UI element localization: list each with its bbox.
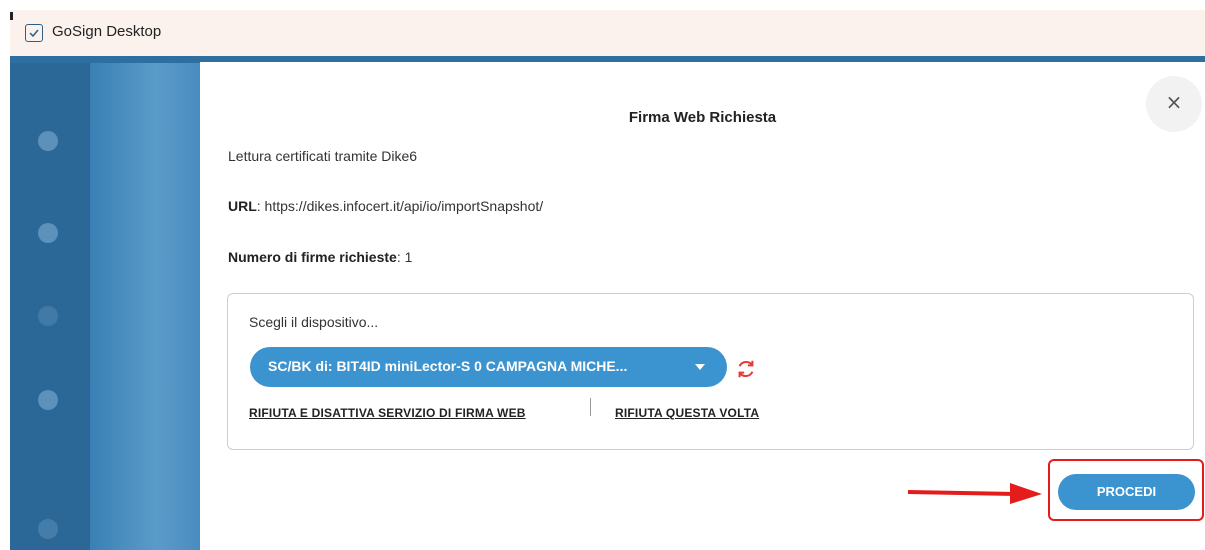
refuse-and-disable-link[interactable]: RIFIUTA E DISATTIVA SERVIZIO DI FIRMA WE… (249, 406, 526, 420)
url-label: URL (228, 198, 257, 214)
sidebar-icon[interactable] (38, 306, 58, 326)
web-signature-dialog: × Firma Web Richiesta Lettura certificat… (200, 62, 1205, 550)
window-title: GoSign Desktop (52, 23, 162, 40)
dialog-title: Firma Web Richiesta (628, 109, 777, 126)
dialog-description: Lettura certificati tramite Dike6 (228, 148, 418, 164)
arrow-annotation-icon (907, 483, 1042, 504)
signatures-line: Numero di firme richieste: 1 (228, 249, 412, 265)
url-value: : https://dikes.infocert.it/api/io/impor… (256, 198, 544, 214)
sidebar (10, 63, 90, 550)
proceed-button-label: PROCEDI (1096, 484, 1157, 499)
link-separator (590, 398, 591, 416)
chevron-down-icon (695, 364, 705, 370)
sidebar-icon[interactable] (38, 390, 58, 410)
sidebar-icon[interactable] (38, 131, 58, 151)
window-titlebar: GoSign Desktop (10, 10, 1205, 56)
sidebar-icon[interactable] (38, 223, 58, 243)
signatures-value: : 1 (396, 249, 413, 265)
refuse-once-link[interactable]: RIFIUTA QUESTA VOLTA (615, 406, 759, 420)
url-line: URL: https://dikes.infocert.it/api/io/im… (228, 198, 543, 214)
checkbox-icon (25, 24, 43, 42)
device-panel: Scegli il dispositivo... SC/BK di: BIT4I… (227, 293, 1194, 450)
refresh-icon[interactable] (735, 358, 757, 380)
proceed-button[interactable]: PROCEDI (1058, 474, 1195, 510)
device-selected-value: SC/BK di: BIT4ID miniLector-S 0 CAMPAGNA… (268, 358, 628, 374)
device-prompt: Scegli il dispositivo... (249, 314, 379, 330)
device-dropdown[interactable]: SC/BK di: BIT4ID miniLector-S 0 CAMPAGNA… (250, 347, 727, 387)
corner-mark (10, 12, 13, 20)
background-panel (90, 63, 200, 550)
signatures-label: Numero di firme richieste (228, 249, 397, 265)
sidebar-icon[interactable] (38, 519, 58, 539)
